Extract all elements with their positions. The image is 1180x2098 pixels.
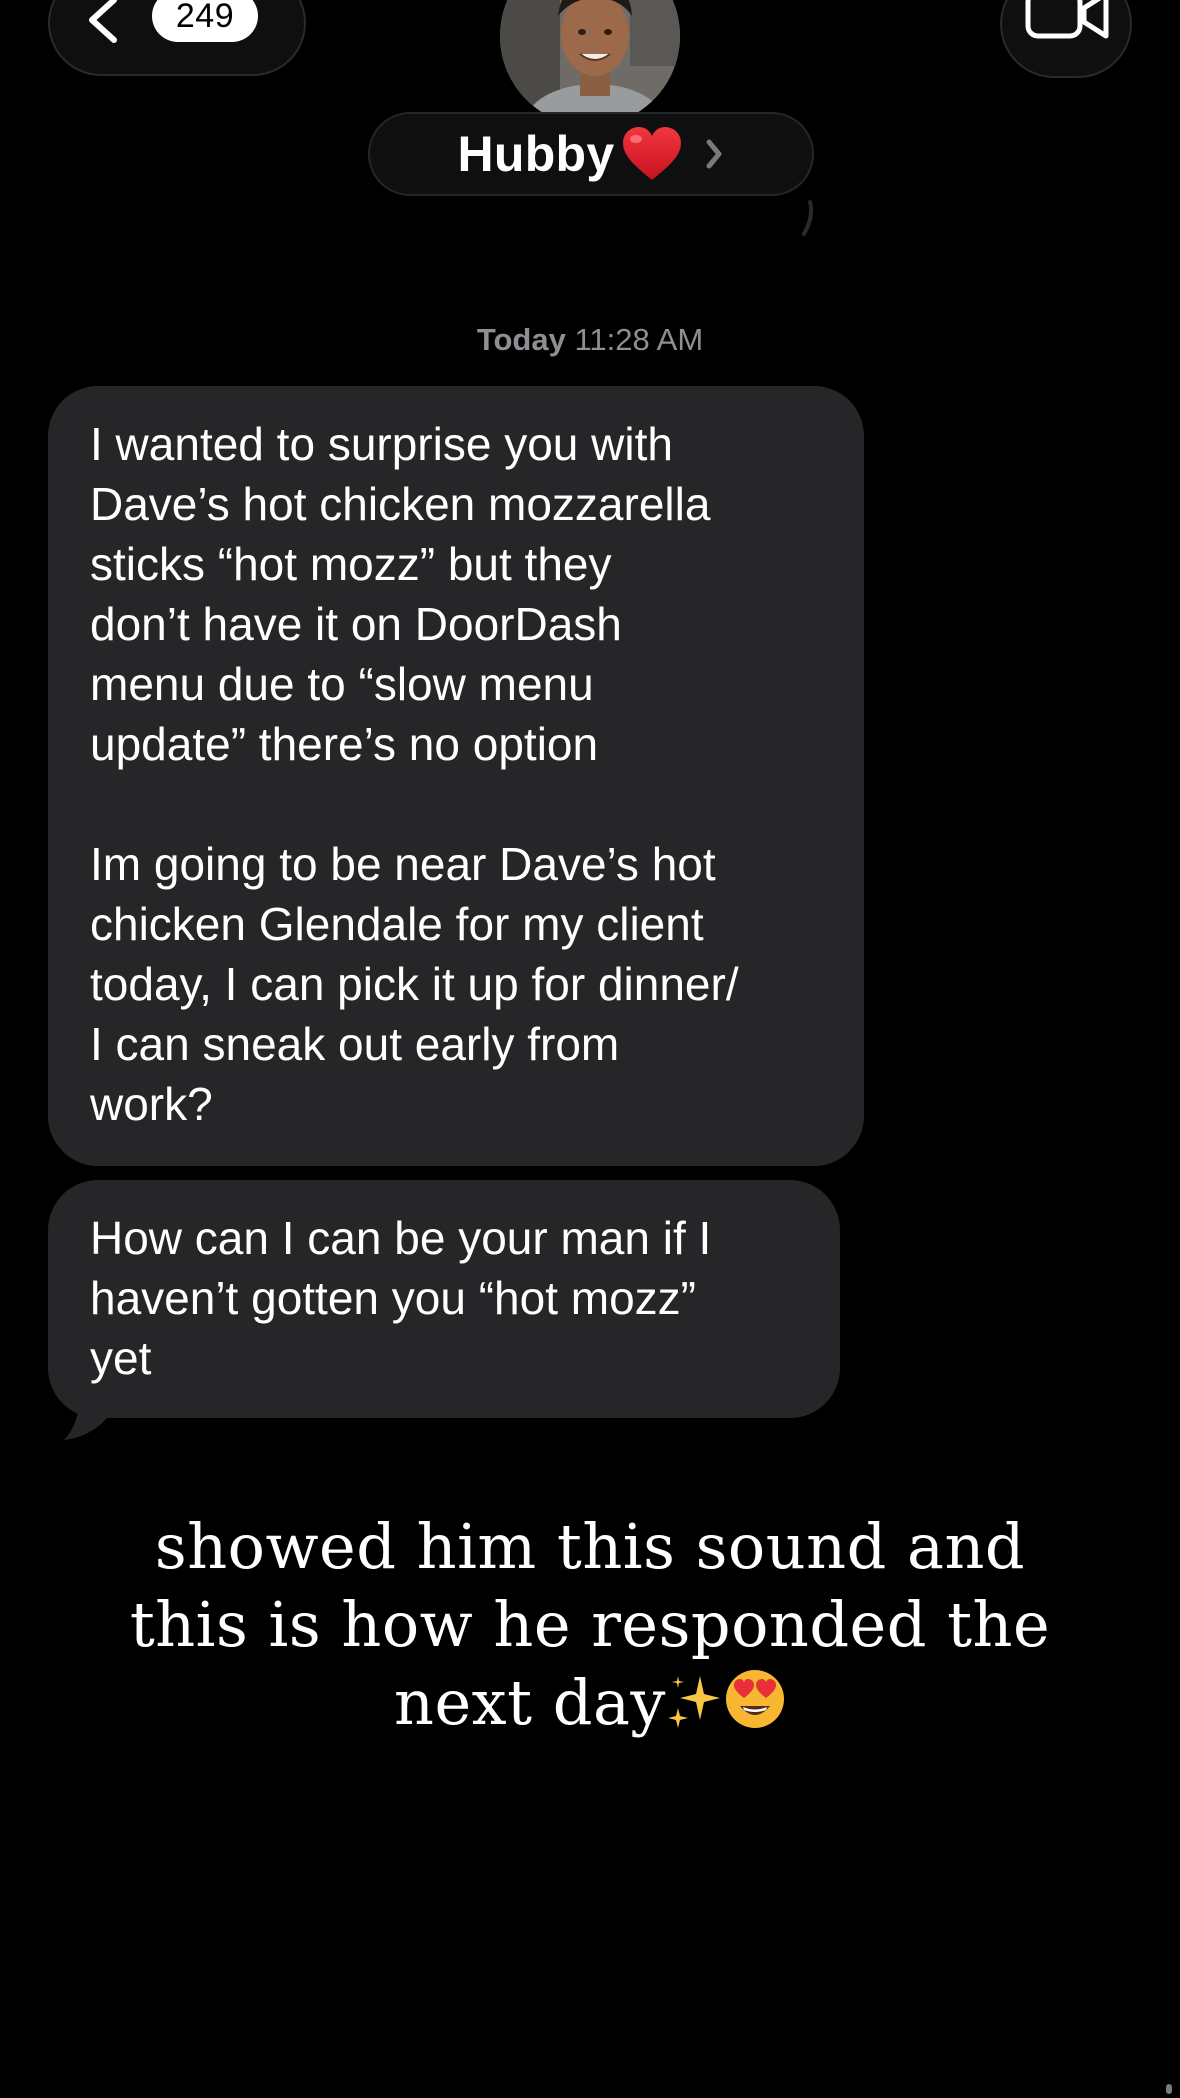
avatar-photo [500,0,680,126]
video-camera-icon [1025,0,1109,39]
message-bubble-incoming[interactable]: I wanted to surprise you with Dave’s hot… [48,386,864,1166]
timestamp-time: 11:28 AM [574,322,704,357]
message-timestamp: Today 11:28 AM [0,322,1180,358]
scroll-indicator [1166,2084,1172,2094]
caption-line-3-text: next day [394,1666,666,1739]
caption-line-1: showed him this sound and [154,1510,1026,1583]
caption-line-2: this is how he responded the [129,1588,1051,1661]
avatar[interactable] [500,0,680,126]
contact-header[interactable]: Hubby [368,112,814,196]
heart-icon [622,127,681,180]
sparkles-icon [667,1676,720,1728]
unread-count-badge: 249 [152,0,258,42]
message-bubble-incoming[interactable]: How can I can be your man if I haven’t g… [48,1180,840,1418]
caption-line-3: next day [0,1664,1180,1742]
heart-eyes-icon [725,1670,784,1728]
scribble-mark [802,200,814,236]
chevron-right-icon [706,139,722,169]
chevron-left-icon [89,0,117,43]
bubble-tail [64,1380,120,1440]
contact-name: Hubby [457,126,615,182]
timestamp-day: Today [476,322,566,357]
video-caption: showed him this sound and this is how he… [0,1508,1180,1742]
